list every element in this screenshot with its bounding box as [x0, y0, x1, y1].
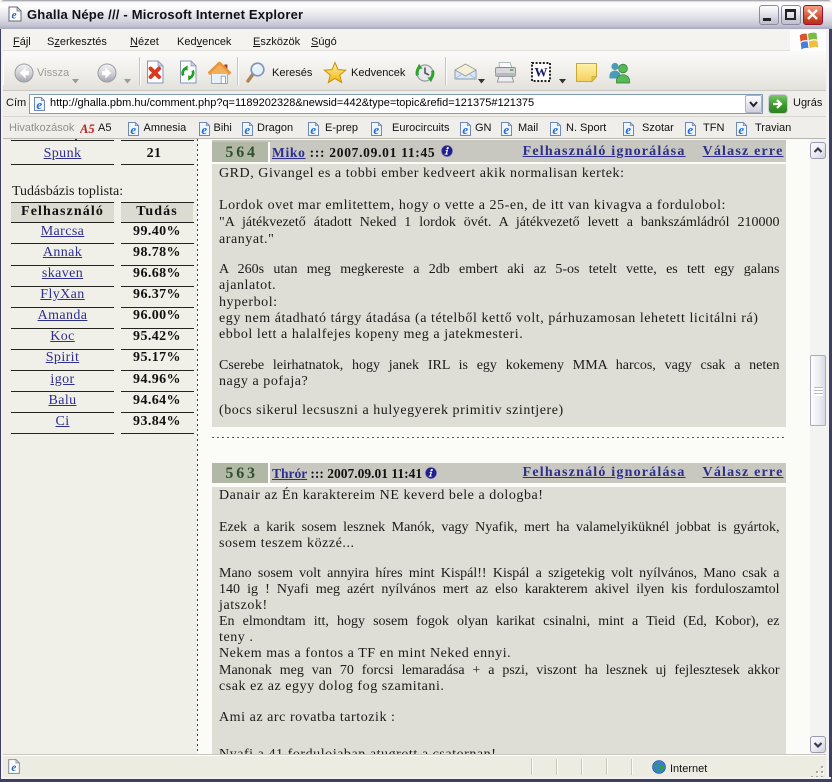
- svg-text:e: e: [244, 122, 250, 137]
- svg-text:A5: A5: [80, 122, 95, 135]
- svg-text:e: e: [201, 122, 207, 137]
- svg-text:e: e: [687, 122, 693, 137]
- svg-text:e: e: [373, 122, 379, 137]
- svg-text:e: e: [738, 122, 744, 137]
- svg-text:e: e: [503, 122, 509, 137]
- svg-text:e: e: [36, 97, 42, 112]
- svg-text:e: e: [130, 122, 136, 137]
- svg-text:e: e: [625, 122, 631, 137]
- svg-text:W: W: [535, 65, 548, 80]
- svg-text:e: e: [552, 122, 558, 137]
- svg-text:e: e: [11, 762, 16, 774]
- svg-text:e: e: [462, 122, 468, 137]
- svg-text:e: e: [11, 10, 16, 22]
- svg-text:e: e: [310, 122, 316, 137]
